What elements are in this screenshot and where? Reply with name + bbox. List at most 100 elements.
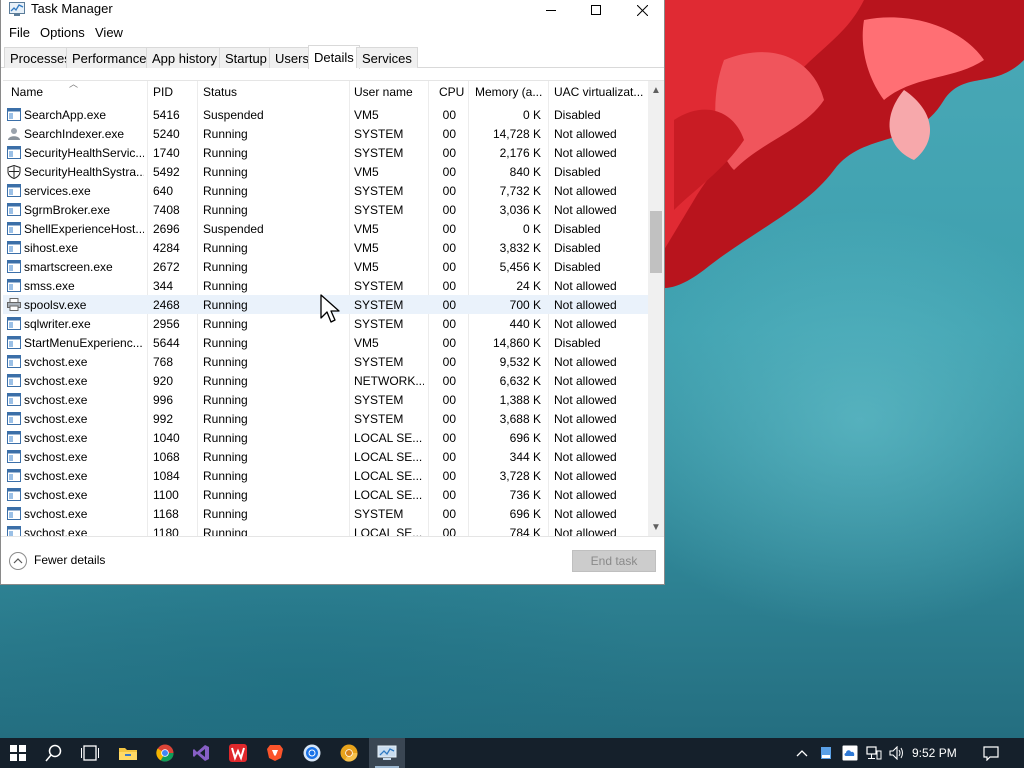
storage-tray-icon[interactable] <box>816 738 836 768</box>
process-cpu: 00 <box>442 127 456 141</box>
scrollbar-thumb[interactable] <box>650 211 662 273</box>
chrome-icon[interactable] <box>147 738 183 768</box>
process-memory: 344 K <box>509 450 541 464</box>
table-row[interactable]: svchost.exe 996 Running SYSTEM 00 1,388 K Not … <box>3 390 648 409</box>
table-row[interactable]: svchost.exe 1180 Running LOCAL SE... 00 784 K… <box>3 523 648 536</box>
process-pid: 1168 <box>153 507 179 521</box>
process-name: svchost.exe <box>24 431 88 445</box>
table-row[interactable]: svchost.exe 1168 Running SYSTEM 00 696 K Not a… <box>3 504 648 523</box>
visual-studio-icon[interactable] <box>183 738 219 768</box>
table-row[interactable]: svchost.exe 1100 Running LOCAL SE... 00 736 K… <box>3 485 648 504</box>
volume-icon[interactable] <box>886 738 908 768</box>
system-clock[interactable]: 9:52 PM <box>912 746 957 760</box>
column-header-memory[interactable]: Memory (a... <box>475 85 547 99</box>
app-window-icon <box>7 469 21 482</box>
tab-startup[interactable]: Startup <box>219 47 273 68</box>
browser-icon[interactable] <box>294 738 330 768</box>
notification-center-icon[interactable] <box>980 738 1002 768</box>
column-header-name[interactable]: Name <box>11 85 141 99</box>
process-status: Running <box>203 336 248 350</box>
title-bar[interactable]: Task Manager <box>1 0 664 22</box>
table-row[interactable]: sihost.exe 4284 Running VM5 00 3,832 K Disable… <box>3 238 648 257</box>
table-row[interactable]: StartMenuExperienc... 5644 Running VM5 00 14,… <box>3 333 648 352</box>
collapse-chevron-icon[interactable] <box>9 552 27 570</box>
process-pid: 1100 <box>153 488 179 502</box>
table-row[interactable]: SecurityHealthServic... 1740 Running SYSTEM… <box>3 143 648 162</box>
process-uac: Disabled <box>554 108 601 122</box>
process-uac: Not allowed <box>554 279 617 293</box>
column-header-cpu[interactable]: CPU <box>439 85 469 99</box>
tab-bar: Processes Performance App history Startu… <box>1 45 664 69</box>
tab-details[interactable]: Details <box>308 45 360 69</box>
scroll-down-arrow-icon[interactable]: ▼ <box>648 518 664 536</box>
process-uac: Not allowed <box>554 507 617 521</box>
menu-view[interactable]: View <box>95 25 123 40</box>
task-view-icon[interactable] <box>72 738 108 768</box>
process-user: SYSTEM <box>354 393 404 407</box>
tab-performance[interactable]: Performance <box>66 47 153 68</box>
table-row[interactable]: svchost.exe 1040 Running LOCAL SE... 00 696 K… <box>3 428 648 447</box>
process-status: Running <box>203 184 248 198</box>
fewer-details-link[interactable]: Fewer details <box>34 553 105 567</box>
column-header-pid[interactable]: PID <box>153 85 193 99</box>
close-button[interactable] <box>619 0 665 20</box>
app-window-icon <box>7 488 21 501</box>
search-icon[interactable] <box>36 738 72 768</box>
wps-office-icon[interactable] <box>220 738 256 768</box>
process-name: svchost.exe <box>24 374 88 388</box>
app-window-icon <box>7 203 21 216</box>
process-cpu: 00 <box>442 488 456 502</box>
column-header-uac[interactable]: UAC virtualizat... <box>554 85 646 99</box>
brave-icon[interactable] <box>257 738 293 768</box>
process-pid: 768 <box>153 355 174 369</box>
column-header-status[interactable]: Status <box>203 85 343 99</box>
app-window-icon <box>7 184 21 197</box>
process-pid: 992 <box>153 412 174 426</box>
table-row[interactable]: services.exe 640 Running SYSTEM 00 7,732 K Not… <box>3 181 648 200</box>
table-row[interactable]: smss.exe 344 Running SYSTEM 00 24 K Not allowe… <box>3 276 648 295</box>
end-task-button[interactable]: End task <box>572 550 656 572</box>
process-memory: 700 K <box>509 298 541 312</box>
process-user: SYSTEM <box>354 146 404 160</box>
table-row[interactable]: svchost.exe 1068 Running LOCAL SE... 00 344 K… <box>3 447 648 466</box>
table-row[interactable]: smartscreen.exe 2672 Running VM5 00 5,456 K Di… <box>3 257 648 276</box>
file-explorer-icon[interactable] <box>110 738 146 768</box>
table-row[interactable]: SearchApp.exe 5416 Suspended VM5 00 0 K Disabl… <box>3 105 648 124</box>
table-row[interactable]: svchost.exe 768 Running SYSTEM 00 9,532 K Not … <box>3 352 648 371</box>
task-manager-taskbar-button[interactable] <box>369 738 405 768</box>
footer-bar: Fewer details End task <box>1 536 664 584</box>
table-row[interactable]: SearchIndexer.exe 5240 Running SYSTEM 00 14,7… <box>3 124 648 143</box>
network-icon[interactable] <box>863 738 885 768</box>
process-user: LOCAL SE... <box>354 488 423 502</box>
chrome-canary-icon[interactable] <box>331 738 367 768</box>
tab-services[interactable]: Services <box>356 47 418 68</box>
onedrive-sync-icon[interactable] <box>839 738 861 768</box>
mouse-cursor-icon <box>320 294 340 323</box>
column-header-user-name[interactable]: User name <box>354 85 424 99</box>
process-memory: 2,176 K <box>499 146 541 160</box>
table-row[interactable]: svchost.exe 992 Running SYSTEM 00 3,688 K Not … <box>3 409 648 428</box>
process-user: SYSTEM <box>354 412 404 426</box>
windows-start-icon[interactable] <box>0 738 36 768</box>
process-uac: Not allowed <box>554 146 617 160</box>
menu-file[interactable]: File <box>9 25 30 40</box>
table-row[interactable]: ShellExperienceHost.... 2696 Suspended VM5 0… <box>3 219 648 238</box>
process-cpu: 00 <box>442 165 456 179</box>
show-hidden-icons-chevron-icon[interactable] <box>792 738 812 768</box>
process-pid: 1180 <box>153 526 179 536</box>
scroll-up-arrow-icon[interactable]: ▲ <box>648 81 664 99</box>
minimize-button[interactable] <box>528 0 574 20</box>
table-row[interactable]: SecurityHealthSystra... 5492 Running VM5 00 8… <box>3 162 648 181</box>
tab-app-history[interactable]: App history <box>146 47 224 68</box>
task-manager-icon <box>377 745 397 760</box>
table-row[interactable]: svchost.exe 920 Running NETWORK... 00 6,632 K… <box>3 371 648 390</box>
maximize-button[interactable] <box>573 0 619 20</box>
process-memory: 784 K <box>509 526 541 536</box>
app-window-icon <box>7 393 21 406</box>
process-uac: Not allowed <box>554 450 617 464</box>
table-row[interactable]: SgrmBroker.exe 7408 Running SYSTEM 00 3,036 K… <box>3 200 648 219</box>
table-row[interactable]: svchost.exe 1084 Running LOCAL SE... 00 3,728… <box>3 466 648 485</box>
process-user: SYSTEM <box>354 279 404 293</box>
vertical-scrollbar[interactable]: ▲ ▼ <box>648 81 664 536</box>
menu-options[interactable]: Options <box>40 25 85 40</box>
